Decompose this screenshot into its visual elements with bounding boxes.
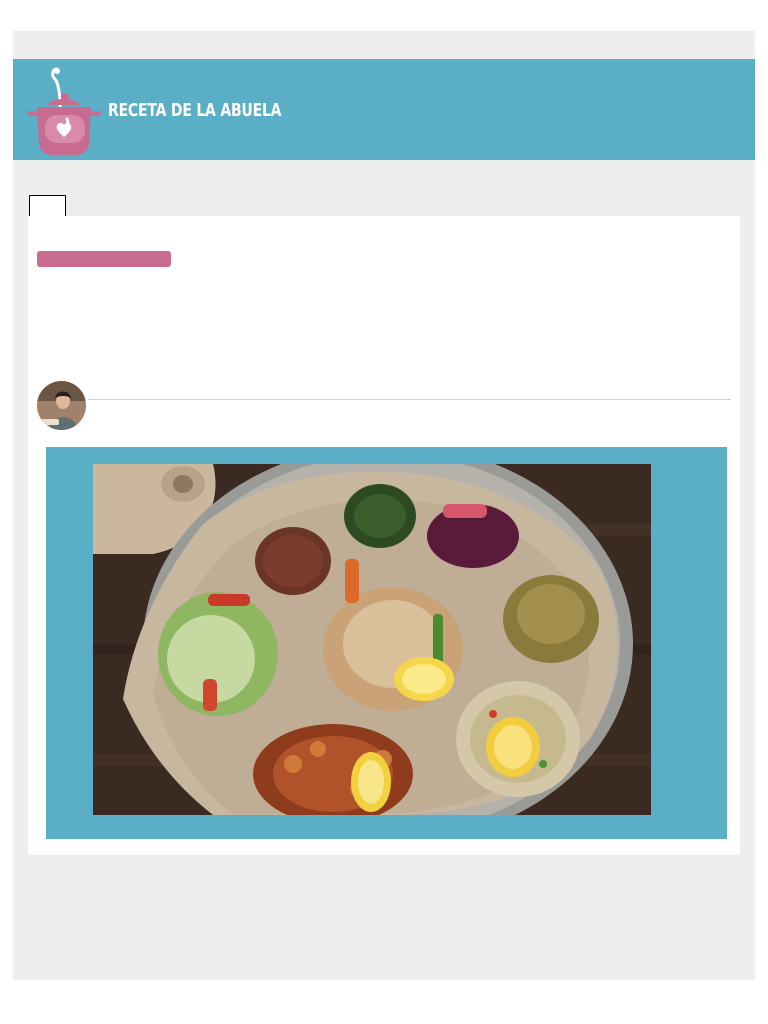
hero-image-frame	[46, 447, 727, 839]
article-card	[28, 216, 740, 855]
site-title[interactable]: RECETA DE LA ABUELA	[108, 100, 282, 121]
site-logo[interactable]	[27, 63, 103, 157]
byline-divider	[88, 399, 731, 400]
author-avatar[interactable]	[37, 381, 86, 430]
site-header: RECETA DE LA ABUELA	[13, 59, 755, 160]
avatar-photo	[37, 381, 86, 430]
ethiopian-injera-platter-photo	[93, 464, 651, 815]
cooking-pot-heart-icon	[27, 67, 101, 155]
category-badge[interactable]	[37, 251, 171, 267]
